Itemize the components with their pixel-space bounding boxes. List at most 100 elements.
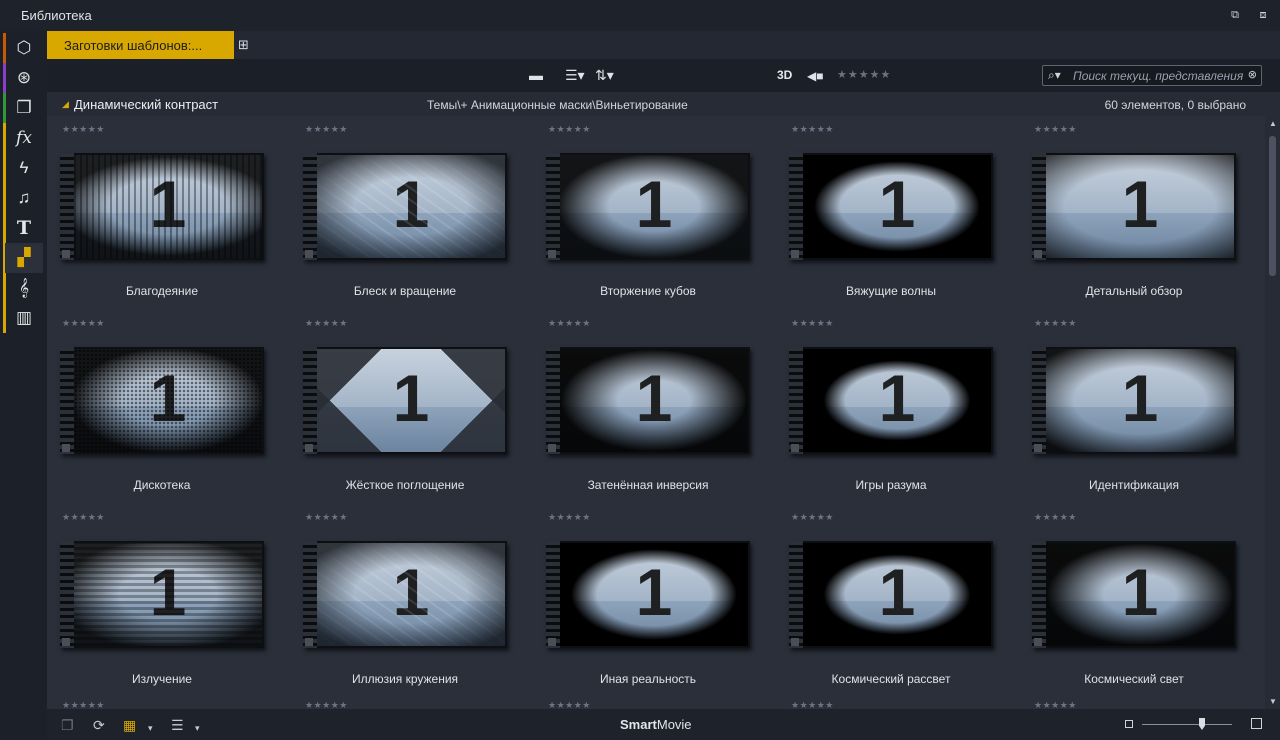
rating-stars[interactable]: ★★★★★ [305, 124, 348, 135]
sidebar-item-piano[interactable]: ▥ [5, 303, 43, 333]
template-badge-icon [62, 444, 70, 452]
restore-window-icon[interactable]: ⧉ [1228, 8, 1242, 22]
rating-stars[interactable]: ★★★★★ [1034, 318, 1077, 329]
collapse-triangle-icon[interactable]: ◢ [62, 99, 69, 110]
template-thumbnail[interactable]: 1 [546, 541, 750, 648]
copy-icon[interactable]: ❐ [61, 717, 74, 733]
folder-icon[interactable]: ▬ [529, 67, 543, 83]
template-thumbnail[interactable]: 1 [303, 153, 507, 260]
dock-icon[interactable]: ⧈ [1256, 8, 1270, 22]
rating-stars[interactable]: ★★★★★ [791, 700, 834, 709]
template-thumbnail[interactable]: 1 [60, 541, 264, 648]
template-thumbnail[interactable]: 1 [789, 541, 993, 648]
smartmovie-button[interactable]: SmartMovie [620, 717, 692, 732]
rating-stars[interactable]: ★★★★★ [305, 512, 348, 523]
grid-view-dropdown-icon[interactable]: ▾ [148, 720, 153, 736]
template-name: Излучение [132, 672, 192, 686]
refresh-icon[interactable]: ⟳ [93, 717, 105, 733]
template-card[interactable]: ★★★★★ 1 Вяжущие волны [776, 116, 996, 310]
scroll-down-icon[interactable]: ▼ [1269, 697, 1277, 706]
zoom-large-icon[interactable] [1251, 718, 1262, 729]
sort-icon[interactable]: ⇅▾ [595, 67, 614, 83]
rating-stars[interactable]: ★★★★★ [305, 700, 348, 709]
search-box[interactable]: ⌕▾ Поиск текущ. представления ⊗ [1042, 65, 1262, 86]
rating-stars[interactable]: ★★★★★ [62, 318, 105, 329]
template-thumbnail[interactable]: 1 [60, 153, 264, 260]
film-strip [1032, 541, 1046, 648]
template-thumbnail[interactable]: 1 [789, 347, 993, 454]
rating-stars[interactable]: ★★★★★ [548, 700, 591, 709]
details-view-icon[interactable]: ☰ [171, 717, 184, 733]
template-card[interactable]: ★★★★★ 1 Идентификация [1019, 310, 1239, 504]
template-card[interactable]: ★★★★★ 1 Вторжение кубов [533, 116, 753, 310]
smartmovie-rest: Movie [656, 717, 692, 732]
sidebar-item-transitions[interactable]: ϟ [5, 153, 43, 183]
template-card[interactable]: ★★★★★ 1 Жёсткое поглощение [290, 310, 510, 504]
piano-icon: ▥ [15, 308, 33, 327]
rating-stars[interactable]: ★★★★★ [1034, 512, 1077, 523]
template-thumbnail[interactable]: 1 [1032, 347, 1236, 454]
sidebar-item-titles[interactable]: T [5, 213, 43, 243]
template-card[interactable]: ★★★★★ 1 Космический рассвет [776, 504, 996, 698]
film-strip [789, 153, 803, 260]
template-card[interactable]: ★★★★★ 1 Излучение [47, 504, 267, 698]
template-thumbnail[interactable]: 1 [1032, 541, 1236, 648]
template-card[interactable]: ★★★★★ 1 Дискотека [47, 310, 267, 504]
template-card[interactable]: ★★★★★ 1 Космический свет [1019, 504, 1239, 698]
sidebar-item-effects[interactable]: fx [5, 123, 43, 153]
template-name: Иная реальность [599, 672, 697, 686]
template-thumbnail[interactable]: 1 [1032, 153, 1236, 260]
vertical-scrollbar[interactable]: ▲ ▼ [1265, 116, 1280, 709]
rating-stars[interactable]: ★★★★★ [791, 512, 834, 523]
tag-icon[interactable]: ◀■ [807, 68, 823, 84]
template-card[interactable]: ★★★★★ 1 Затенённая инверсия [533, 310, 753, 504]
scroll-up-icon[interactable]: ▲ [1269, 119, 1277, 128]
rating-stars[interactable]: ★★★★★ [1034, 124, 1077, 135]
rating-stars[interactable]: ★★★★★ [548, 124, 591, 135]
category-title[interactable]: Динамический контраст [74, 97, 218, 112]
template-thumbnail[interactable]: 1 [546, 347, 750, 454]
zoom-slider-knob[interactable] [1199, 718, 1205, 730]
template-thumbnail[interactable]: 1 [60, 347, 264, 454]
add-tab-icon[interactable]: ⊞ [238, 37, 256, 53]
clear-icon[interactable]: ⊗ [1248, 68, 1257, 81]
sidebar-item-score[interactable]: 𝄞 [5, 273, 43, 303]
scroll-thumb[interactable] [1269, 136, 1276, 276]
fx-icon: fx [16, 128, 32, 148]
zoom-slider-track[interactable] [1142, 724, 1232, 725]
sidebar-item-collections[interactable]: ❐ [5, 93, 43, 123]
film-strip [789, 541, 803, 648]
rating-stars[interactable]: ★★★★★ [62, 700, 105, 709]
sidebar-item-music[interactable]: ♫ [5, 183, 43, 213]
sidebar-item-project-bin[interactable]: ⬡ [5, 33, 43, 63]
rating-stars[interactable]: ★★★★★ [548, 512, 591, 523]
details-view-dropdown-icon[interactable]: ▾ [195, 720, 200, 736]
rating-stars[interactable]: ★★★★★ [791, 124, 834, 135]
template-thumbnail[interactable]: 1 [789, 153, 993, 260]
template-thumbnail[interactable]: 1 [303, 347, 507, 454]
rating-stars[interactable]: ★★★★★ [791, 318, 834, 329]
rating-stars[interactable]: ★★★★★ [548, 318, 591, 329]
rating-stars[interactable]: ★★★★★ [62, 124, 105, 135]
search-placeholder[interactable]: Поиск текущ. представления [1073, 69, 1243, 83]
three-d-filter-button[interactable]: 3D [777, 68, 792, 82]
sidebar-item-templates[interactable]: ▞ [5, 243, 43, 273]
template-thumbnail[interactable]: 1 [546, 153, 750, 260]
grid-view-icon[interactable]: ▦ [123, 717, 136, 733]
rating-filter[interactable]: ★★★★★ [837, 68, 891, 81]
search-icon[interactable]: ⌕▾ [1048, 68, 1061, 83]
tab-templates[interactable]: Заготовки шаблонов:... [47, 31, 234, 59]
template-card[interactable]: ★★★★★ 1 Иллюзия кружения [290, 504, 510, 698]
rating-stars[interactable]: ★★★★★ [305, 318, 348, 329]
template-card[interactable]: ★★★★★ 1 Благодеяние [47, 116, 267, 310]
rating-stars[interactable]: ★★★★★ [62, 512, 105, 523]
template-card[interactable]: ★★★★★ 1 Иная реальность [533, 504, 753, 698]
template-card[interactable]: ★★★★★ 1 Детальный обзор [1019, 116, 1239, 310]
zoom-small-icon[interactable] [1125, 720, 1133, 728]
template-card[interactable]: ★★★★★ 1 Блеск и вращение [290, 116, 510, 310]
template-card[interactable]: ★★★★★ 1 Игры разума [776, 310, 996, 504]
sidebar-item-film-reel[interactable]: ⊛ [5, 63, 43, 93]
list-view-icon[interactable]: ☰▾ [565, 67, 585, 83]
rating-stars[interactable]: ★★★★★ [1034, 700, 1077, 709]
template-thumbnail[interactable]: 1 [303, 541, 507, 648]
